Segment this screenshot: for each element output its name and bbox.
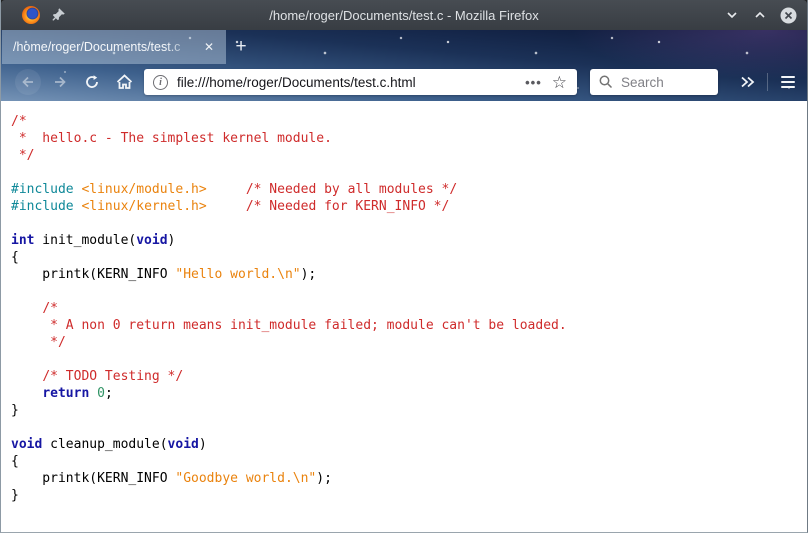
tab-title: /home/roger/Documents/test.c (13, 40, 181, 54)
back-button[interactable] (15, 69, 41, 95)
tab-active[interactable]: /home/roger/Documents/test.c ✕ (2, 30, 226, 64)
new-tab-button[interactable]: + (228, 35, 254, 59)
tab-bar: /home/roger/Documents/test.c ✕ + (1, 30, 807, 64)
bookmark-star-icon[interactable]: ☆ (552, 74, 567, 91)
window-controls (721, 0, 799, 30)
home-icon[interactable] (111, 69, 137, 95)
url-bar[interactable]: i ••• ☆ (144, 69, 577, 95)
browser-chrome: /home/roger/Documents/test.c ✕ + i file:… (1, 30, 807, 101)
site-info-icon[interactable]: i (153, 74, 168, 90)
toolbar-separator (767, 73, 768, 91)
forward-button[interactable] (47, 69, 73, 95)
search-input[interactable] (621, 74, 718, 90)
page-content: /* * hello.c - The simplest kernel modul… (1, 101, 807, 532)
maximize-button[interactable] (749, 4, 771, 26)
url-input[interactable] (177, 74, 526, 90)
search-icon (599, 75, 613, 89)
tab-close-icon[interactable]: ✕ (199, 37, 219, 57)
window-titlebar: /home/roger/Documents/test.c - Mozilla F… (1, 0, 807, 30)
page-actions-icon[interactable]: ••• (525, 75, 542, 90)
overflow-chevron-icon[interactable] (734, 69, 760, 95)
window-title: /home/roger/Documents/test.c - Mozilla F… (269, 7, 539, 23)
search-box[interactable] (590, 69, 718, 95)
navigation-toolbar: i ••• ☆ (1, 64, 807, 101)
code-block: /* * hello.c - The simplest kernel modul… (11, 114, 567, 503)
hamburger-menu-icon[interactable] (775, 69, 801, 95)
reload-icon[interactable] (79, 69, 105, 95)
browser-window: /home/roger/Documents/test.c - Mozilla F… (0, 0, 808, 533)
close-button[interactable] (777, 4, 799, 26)
minimize-button[interactable] (721, 4, 743, 26)
